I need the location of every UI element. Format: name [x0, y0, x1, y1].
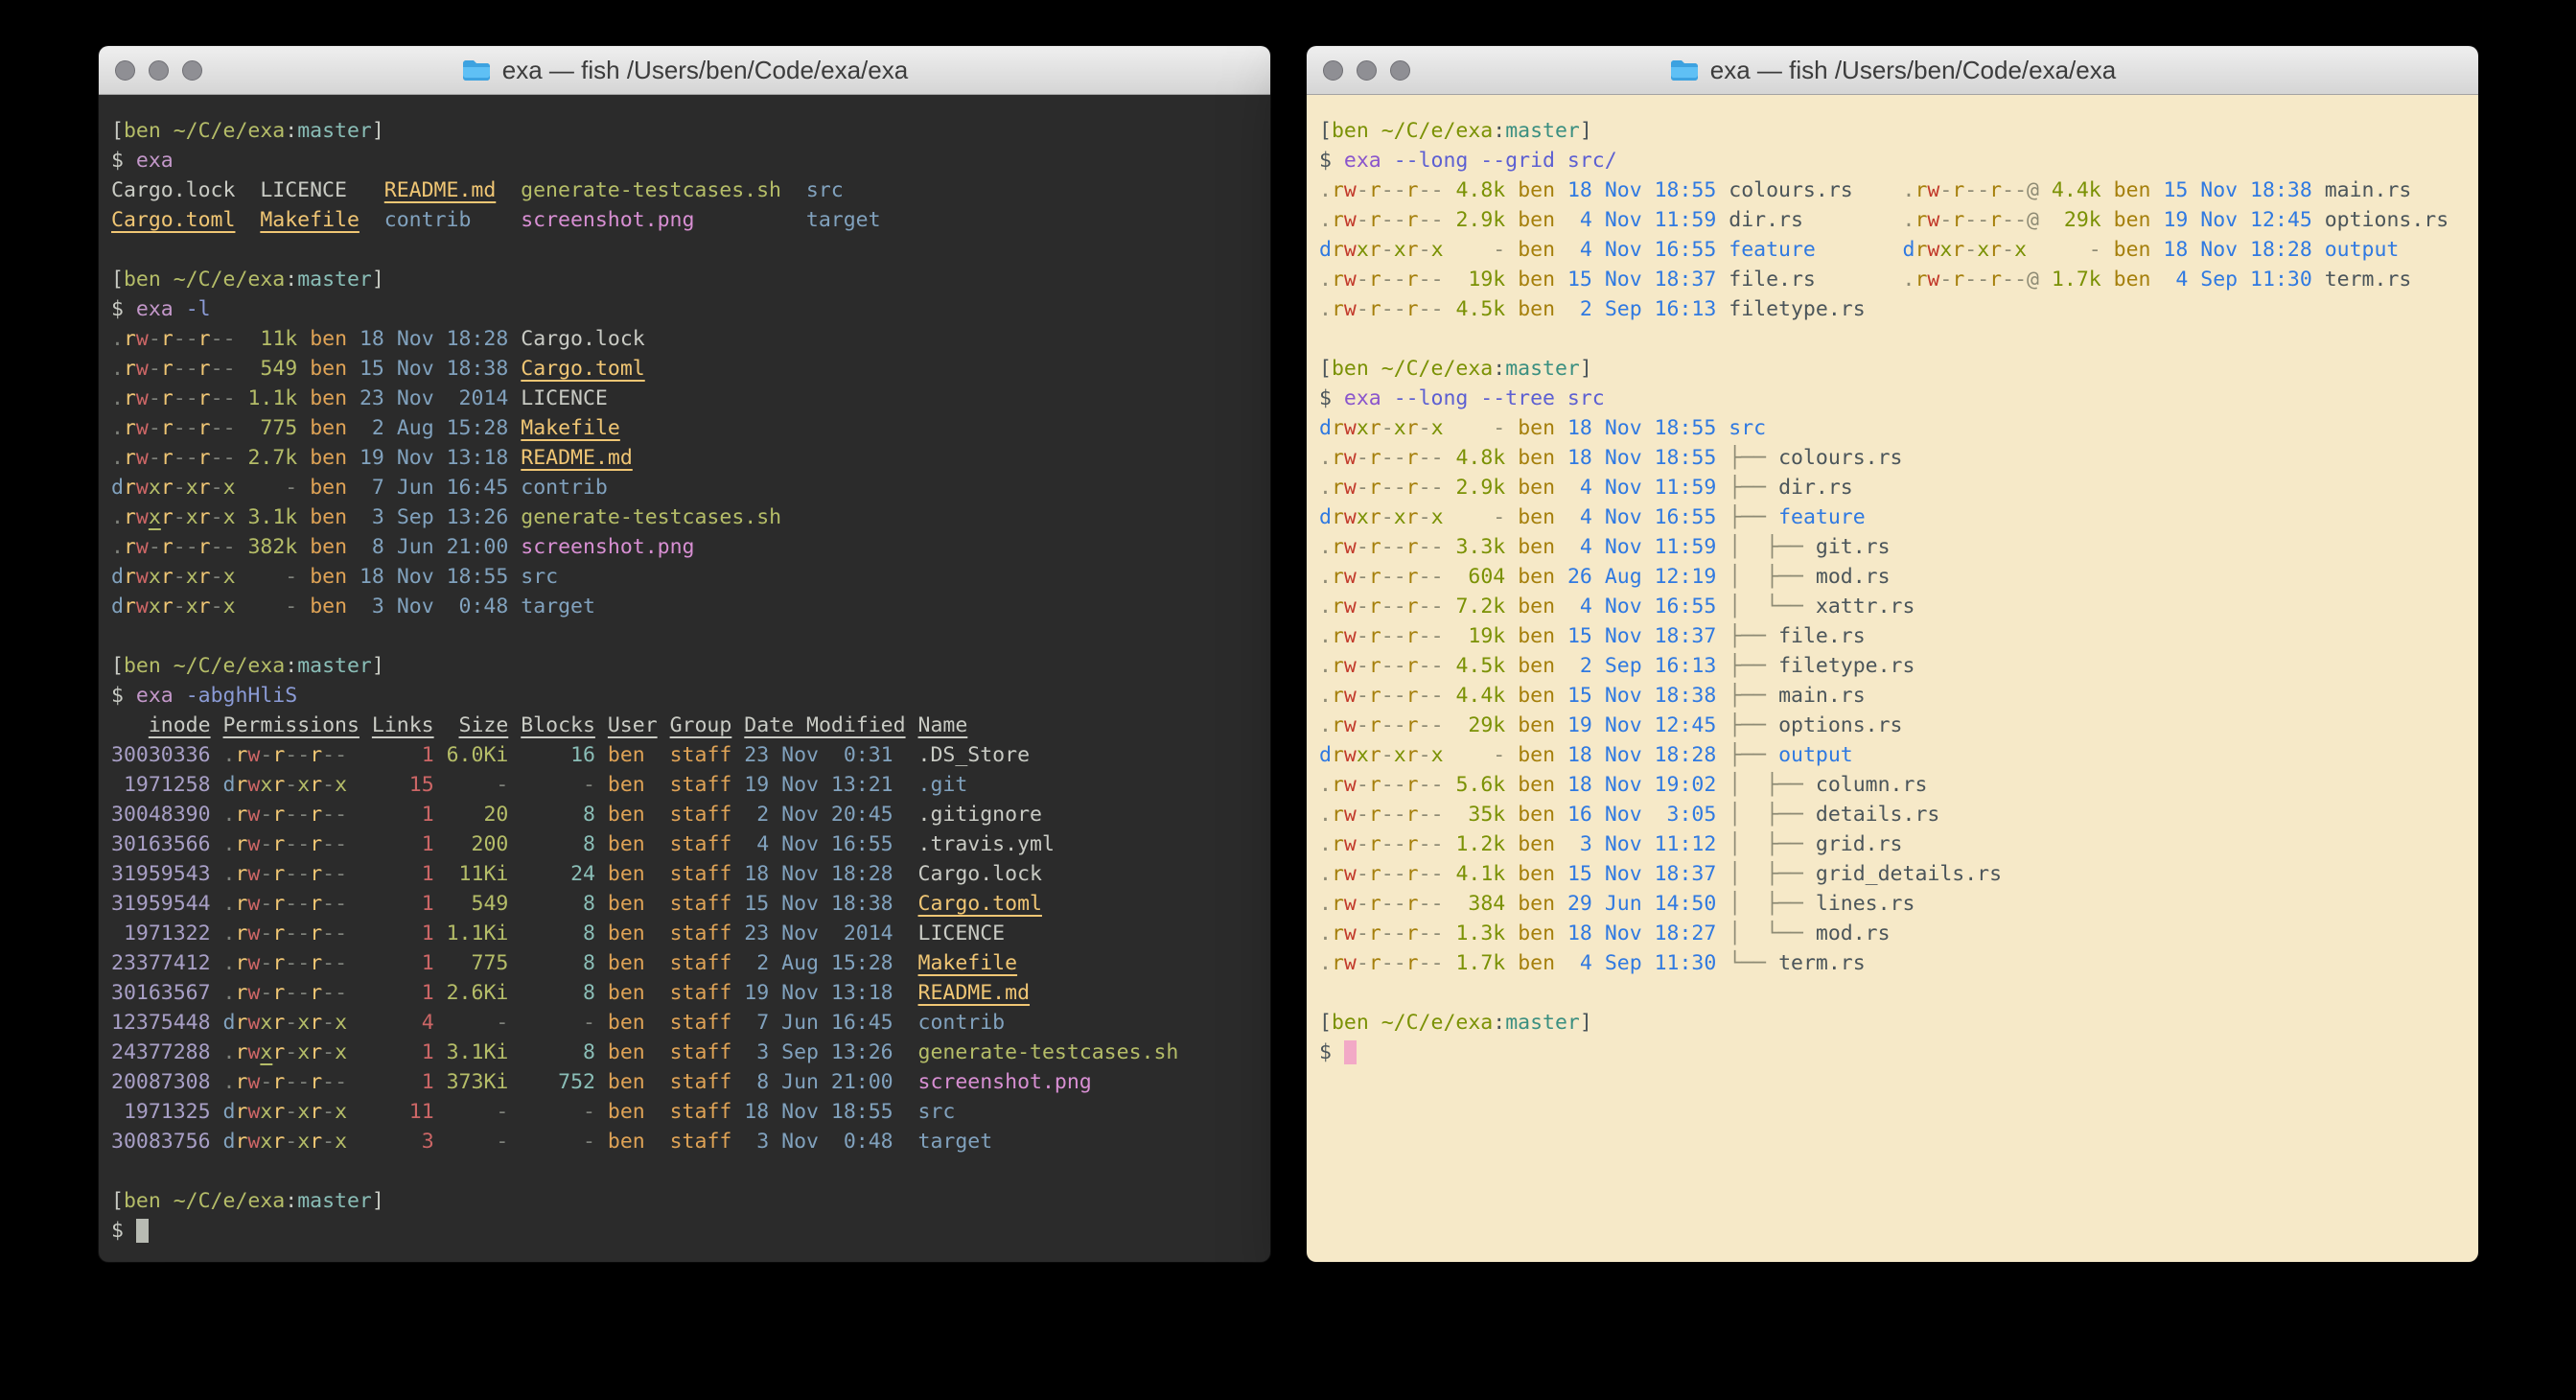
- terminal-line: [ben ~/C/e/exa:master]: [1319, 116, 2471, 146]
- terminal-line: [ben ~/C/e/exa:master]: [111, 265, 1263, 294]
- terminal-line: .rw-r--r-- 19k ben 15 Nov 18:37 file.rs …: [1319, 265, 2471, 294]
- terminal-line: $ exa --long --tree src: [1319, 384, 2471, 413]
- terminal-line: [ben ~/C/e/exa:master]: [1319, 1008, 2471, 1038]
- terminal-line: .rw-r--r-- 549 ben 15 Nov 18:38 Cargo.to…: [111, 354, 1263, 384]
- window-title: exa — fish /Users/ben/Code/exa/exa: [1710, 56, 2116, 85]
- terminal-line: .rw-r--r-- 2.9k ben 4 Nov 11:59 dir.rs .…: [1319, 205, 2471, 235]
- terminal-line: $ exa --long --grid src/: [1319, 146, 2471, 175]
- terminal-line: [ben ~/C/e/exa:master]: [111, 116, 1263, 146]
- terminal-line: .rw-r--r-- 2.7k ben 19 Nov 13:18 README.…: [111, 443, 1263, 473]
- terminal-line: drwxr-xr-x - ben 4 Nov 16:55 ├── feature: [1319, 502, 2471, 532]
- terminal-line: 23377412 .rw-r--r-- 1 775 8 ben staff 2 …: [111, 948, 1263, 978]
- terminal-line: $ exa: [111, 146, 1263, 175]
- terminal-line: $ exa -l: [111, 294, 1263, 324]
- terminal-line: 30163567 .rw-r--r-- 1 2.6Ki 8 ben staff …: [111, 978, 1263, 1008]
- terminal-window-left: exa — fish /Users/ben/Code/exa/exa [ben …: [99, 46, 1270, 1262]
- terminal-line: 20087308 .rw-r--r-- 1 373Ki 752 ben staf…: [111, 1067, 1263, 1097]
- terminal-line: drwxr-xr-x - ben 3 Nov 0:48 target: [111, 592, 1263, 621]
- terminal-line: .rw-r--r-- 1.1k ben 23 Nov 2014 LICENCE: [111, 384, 1263, 413]
- terminal-line: $: [1319, 1038, 2471, 1067]
- terminal-line: 1971325 drwxr-xr-x 11 - - ben staff 18 N…: [111, 1097, 1263, 1127]
- terminal-line: .rw-r--r-- 775 ben 2 Aug 15:28 Makefile: [111, 413, 1263, 443]
- terminal-line: .rw-r--r-- 19k ben 15 Nov 18:37 ├── file…: [1319, 621, 2471, 651]
- terminal-line: .rw-r--r-- 4.4k ben 15 Nov 18:38 ├── mai…: [1319, 681, 2471, 711]
- terminal-line: [111, 1156, 1263, 1186]
- terminal-line: Cargo.toml Makefile contrib screenshot.p…: [111, 205, 1263, 235]
- terminal-line: drwxr-xr-x - ben 18 Nov 18:55 src: [1319, 413, 2471, 443]
- terminal-line: inode Permissions Links Size Blocks User…: [111, 711, 1263, 740]
- terminal-line: .rw-r--r-- 384 ben 29 Jun 14:50 │ ├── li…: [1319, 889, 2471, 919]
- terminal-line: .rw-r--r-- 382k ben 8 Jun 21:00 screensh…: [111, 532, 1263, 562]
- terminal-line: 1971322 .rw-r--r-- 1 1.1Ki 8 ben staff 2…: [111, 919, 1263, 948]
- terminal-line: 12375448 drwxr-xr-x 4 - - ben staff 7 Ju…: [111, 1008, 1263, 1038]
- terminal-line: drwxr-xr-x - ben 4 Nov 16:55 feature drw…: [1319, 235, 2471, 265]
- desktop: { "icons": { "folder": "folder-icon", "t…: [0, 0, 2576, 1400]
- terminal-line: [1319, 978, 2471, 1008]
- terminal-line: 31959543 .rw-r--r-- 1 11Ki 24 ben staff …: [111, 859, 1263, 889]
- terminal-line: .rw-r--r-- 4.5k ben 2 Sep 16:13 ├── file…: [1319, 651, 2471, 681]
- terminal-line: .rwxr-xr-x 3.1k ben 3 Sep 13:26 generate…: [111, 502, 1263, 532]
- terminal-line: drwxr-xr-x - ben 7 Jun 16:45 contrib: [111, 473, 1263, 502]
- terminal-line: [111, 621, 1263, 651]
- terminal-content[interactable]: [ben ~/C/e/exa:master]$ exaCargo.lock LI…: [99, 95, 1270, 1262]
- terminal-line: 24377288 .rwxr-xr-x 1 3.1Ki 8 ben staff …: [111, 1038, 1263, 1067]
- window-title-area: exa — fish /Users/ben/Code/exa/exa: [99, 46, 1270, 94]
- terminal-line: .rw-r--r-- 7.2k ben 4 Nov 16:55 │ └── xa…: [1319, 592, 2471, 621]
- terminal-line: .rw-r--r-- 1.2k ben 3 Nov 11:12 │ ├── gr…: [1319, 829, 2471, 859]
- terminal-line: .rw-r--r-- 4.8k ben 18 Nov 18:55 colours…: [1319, 175, 2471, 205]
- terminal-line: .rw-r--r-- 5.6k ben 18 Nov 19:02 │ ├── c…: [1319, 770, 2471, 800]
- terminal-line: 30048390 .rw-r--r-- 1 20 8 ben staff 2 N…: [111, 800, 1263, 829]
- terminal-line: .rw-r--r-- 1.7k ben 4 Sep 11:30 └── term…: [1319, 948, 2471, 978]
- terminal-content[interactable]: [ben ~/C/e/exa:master]$ exa --long --gri…: [1307, 95, 2478, 1262]
- terminal-line: .rw-r--r-- 2.9k ben 4 Nov 11:59 ├── dir.…: [1319, 473, 2471, 502]
- terminal-line: drwxr-xr-x - ben 18 Nov 18:55 src: [111, 562, 1263, 592]
- terminal-line: .rw-r--r-- 4.8k ben 18 Nov 18:55 ├── col…: [1319, 443, 2471, 473]
- terminal-line: $: [111, 1216, 1263, 1246]
- folder-icon: [461, 58, 492, 83]
- terminal-line: .rw-r--r-- 29k ben 19 Nov 12:45 ├── opti…: [1319, 711, 2471, 740]
- terminal-line: .rw-r--r-- 1.3k ben 18 Nov 18:27 │ └── m…: [1319, 919, 2471, 948]
- terminal-line: [ben ~/C/e/exa:master]: [111, 1186, 1263, 1216]
- terminal-window-right: exa — fish /Users/ben/Code/exa/exa [ben …: [1307, 46, 2478, 1262]
- title-bar[interactable]: exa — fish /Users/ben/Code/exa/exa: [99, 46, 1270, 95]
- terminal-line: 30030336 .rw-r--r-- 1 6.0Ki 16 ben staff…: [111, 740, 1263, 770]
- terminal-line: .rw-r--r-- 11k ben 18 Nov 18:28 Cargo.lo…: [111, 324, 1263, 354]
- window-title-area: exa — fish /Users/ben/Code/exa/exa: [1307, 46, 2478, 94]
- terminal-line: 30083756 drwxr-xr-x 3 - - ben staff 3 No…: [111, 1127, 1263, 1156]
- terminal-line: [ben ~/C/e/exa:master]: [1319, 354, 2471, 384]
- terminal-line: .rw-r--r-- 35k ben 16 Nov 3:05 │ ├── det…: [1319, 800, 2471, 829]
- terminal-line: drwxr-xr-x - ben 18 Nov 18:28 ├── output: [1319, 740, 2471, 770]
- terminal-line: .rw-r--r-- 4.1k ben 15 Nov 18:37 │ ├── g…: [1319, 859, 2471, 889]
- terminal-line: 31959544 .rw-r--r-- 1 549 8 ben staff 15…: [111, 889, 1263, 919]
- terminal-line: [111, 235, 1263, 265]
- terminal-line: $ exa -abghHliS: [111, 681, 1263, 711]
- terminal-line: [1319, 324, 2471, 354]
- window-title: exa — fish /Users/ben/Code/exa/exa: [502, 56, 908, 85]
- terminal-line: [ben ~/C/e/exa:master]: [111, 651, 1263, 681]
- terminal-line: .rw-r--r-- 3.3k ben 4 Nov 11:59 │ ├── gi…: [1319, 532, 2471, 562]
- terminal-line: 30163566 .rw-r--r-- 1 200 8 ben staff 4 …: [111, 829, 1263, 859]
- terminal-line: Cargo.lock LICENCE README.md generate-te…: [111, 175, 1263, 205]
- title-bar[interactable]: exa — fish /Users/ben/Code/exa/exa: [1307, 46, 2478, 95]
- terminal-line: .rw-r--r-- 604 ben 26 Aug 12:19 │ ├── mo…: [1319, 562, 2471, 592]
- terminal-line: 1971258 drwxr-xr-x 15 - - ben staff 19 N…: [111, 770, 1263, 800]
- folder-icon: [1669, 58, 1700, 83]
- terminal-line: .rw-r--r-- 4.5k ben 2 Sep 16:13 filetype…: [1319, 294, 2471, 324]
